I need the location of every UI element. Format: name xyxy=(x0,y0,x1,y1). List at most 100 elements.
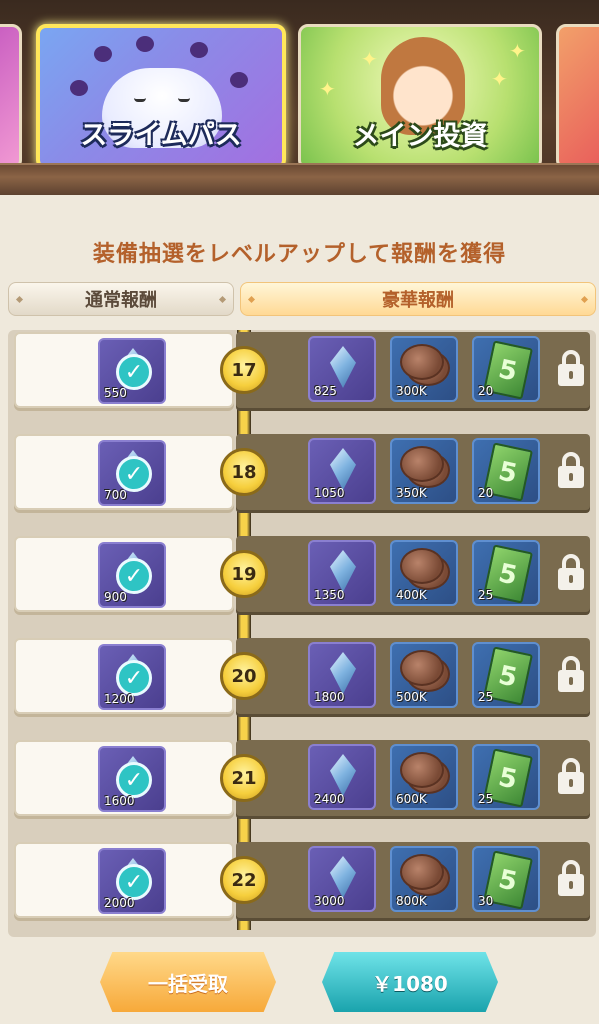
coin-icon xyxy=(400,548,444,584)
sparkle-icon: ✦ xyxy=(491,67,508,91)
claimed-check-icon: ✓ xyxy=(116,456,152,492)
premium-reward-item[interactable]: 1800 xyxy=(308,642,376,708)
item-quantity: 800K xyxy=(396,894,427,908)
crystal-icon xyxy=(330,856,356,898)
free-reward-item[interactable]: ✓ 1200 xyxy=(98,644,166,710)
coin-icon xyxy=(400,752,444,788)
page-subtitle: 装備抽選をレベルアップして報酬を獲得 xyxy=(92,242,507,267)
reward-row: ✓ 700 1050 350K 5 20 18 xyxy=(8,434,596,518)
premium-reward-item[interactable]: 5 30 xyxy=(472,846,540,912)
slime-blob-icon xyxy=(94,46,112,62)
premium-reward-item[interactable]: 500K xyxy=(390,642,458,708)
tab-normal-rewards[interactable]: 通常報酬 xyxy=(8,282,234,316)
premium-reward-item[interactable]: 5 20 xyxy=(472,336,540,402)
crystal-icon xyxy=(330,754,356,796)
level-badge: 18 xyxy=(220,448,268,496)
banner-card-slime-pass[interactable]: スライムパス xyxy=(36,24,286,170)
purchase-button[interactable]: ￥1080 xyxy=(322,952,498,1012)
free-reward-cell[interactable]: ✓ 1200 xyxy=(14,638,234,714)
lock-icon xyxy=(556,552,586,592)
coin-icon xyxy=(400,344,444,380)
premium-reward-item[interactable]: 5 25 xyxy=(472,744,540,810)
lock-icon xyxy=(556,858,586,898)
level-badge: 20 xyxy=(220,652,268,700)
crystal-icon xyxy=(330,448,356,490)
premium-reward-item[interactable]: 5 25 xyxy=(472,642,540,708)
premium-reward-cell[interactable]: 825 300K 5 20 xyxy=(236,332,590,408)
item-quantity: 1600 xyxy=(104,794,135,808)
coin-icon xyxy=(400,650,444,686)
premium-reward-cell[interactable]: 3000 800K 5 30 xyxy=(236,842,590,918)
item-quantity: 400K xyxy=(396,588,427,602)
premium-reward-item[interactable]: 5 25 xyxy=(472,540,540,606)
banner-label-slime-pass: スライムパス xyxy=(80,120,242,151)
premium-reward-item[interactable]: 400K xyxy=(390,540,458,606)
premium-reward-item[interactable]: 800K xyxy=(390,846,458,912)
lock-icon xyxy=(556,348,586,388)
item-quantity: 900 xyxy=(104,590,127,604)
free-reward-cell[interactable]: ✓ 700 xyxy=(14,434,234,510)
premium-reward-item[interactable]: 1350 xyxy=(308,540,376,606)
sparkle-icon: ✦ xyxy=(361,47,378,71)
free-reward-cell[interactable]: ✓ 1600 xyxy=(14,740,234,816)
tab-deluxe-label: 豪華報酬 xyxy=(382,290,454,311)
lock-icon xyxy=(556,756,586,796)
tab-deluxe-rewards[interactable]: 豪華報酬 xyxy=(240,282,596,316)
premium-reward-item[interactable]: 350K xyxy=(390,438,458,504)
banner-card-main-invest[interactable]: ✦ ✦ ✦ ✦ メイン投資 xyxy=(298,24,542,170)
premium-reward-item[interactable]: 825 xyxy=(308,336,376,402)
item-quantity: 25 xyxy=(478,792,494,806)
premium-reward-item[interactable]: 600K xyxy=(390,744,458,810)
premium-reward-cell[interactable]: 1800 500K 5 25 xyxy=(236,638,590,714)
item-quantity: 700 xyxy=(104,488,127,502)
claimed-check-icon: ✓ xyxy=(116,354,152,390)
free-reward-cell[interactable]: ✓ 900 xyxy=(14,536,234,612)
claimed-check-icon: ✓ xyxy=(116,762,152,798)
free-reward-item[interactable]: ✓ 2000 xyxy=(98,848,166,914)
item-quantity: 20 xyxy=(478,486,494,500)
slime-blob-icon xyxy=(230,72,248,88)
free-reward-item[interactable]: ✓ 550 xyxy=(98,338,166,404)
purchase-price-label: ￥1080 xyxy=(372,971,448,996)
premium-reward-cell[interactable]: 1050 350K 5 20 xyxy=(236,434,590,510)
reward-list[interactable]: ✓ 550 825 300K 5 20 17 ✓ 700 1050 350K 5 20 18 ✓ 900 135… xyxy=(8,330,596,937)
item-quantity: 600K xyxy=(396,792,427,806)
reward-row: ✓ 900 1350 400K 5 25 19 xyxy=(8,536,596,620)
premium-reward-item[interactable]: 2400 xyxy=(308,744,376,810)
level-badge: 21 xyxy=(220,754,268,802)
item-quantity: 2000 xyxy=(104,896,135,910)
tab-ornament-icon xyxy=(15,295,24,304)
free-reward-cell[interactable]: ✓ 2000 xyxy=(14,842,234,918)
premium-reward-cell[interactable]: 2400 600K 5 25 xyxy=(236,740,590,816)
claim-all-button[interactable]: 一括受取 xyxy=(100,952,276,1012)
banner-strip: スライムパス ✦ ✦ ✦ ✦ メイン投資 xyxy=(0,0,599,195)
crystal-icon xyxy=(330,346,356,388)
claimed-check-icon: ✓ xyxy=(116,660,152,696)
reward-row: ✓ 550 825 300K 5 20 17 xyxy=(8,332,596,416)
slime-blob-icon xyxy=(136,36,154,52)
claimed-check-icon: ✓ xyxy=(116,864,152,900)
reward-row: ✓ 2000 3000 800K 5 30 22 xyxy=(8,842,596,926)
item-quantity: 3000 xyxy=(314,894,345,908)
item-quantity: 1050 xyxy=(314,486,345,500)
claim-all-label: 一括受取 xyxy=(148,971,228,996)
premium-reward-item[interactable]: 5 20 xyxy=(472,438,540,504)
premium-reward-cell[interactable]: 1350 400K 5 25 xyxy=(236,536,590,612)
item-quantity: 1200 xyxy=(104,692,135,706)
banner-label-main-invest: メイン投資 xyxy=(352,121,488,152)
premium-reward-item[interactable]: 300K xyxy=(390,336,458,402)
free-reward-item[interactable]: ✓ 700 xyxy=(98,440,166,506)
premium-reward-item[interactable]: 3000 xyxy=(308,846,376,912)
item-quantity: 1350 xyxy=(314,588,345,602)
sparkle-icon: ✦ xyxy=(319,77,336,101)
banner-card-left[interactable] xyxy=(0,24,22,170)
tab-normal-label: 通常報酬 xyxy=(85,290,157,311)
free-reward-item[interactable]: ✓ 1600 xyxy=(98,746,166,812)
level-badge: 17 xyxy=(220,346,268,394)
premium-reward-item[interactable]: 1050 xyxy=(308,438,376,504)
free-reward-item[interactable]: ✓ 900 xyxy=(98,542,166,608)
lock-icon xyxy=(556,654,586,694)
free-reward-cell[interactable]: ✓ 550 xyxy=(14,332,234,408)
banner-card-right[interactable] xyxy=(556,24,599,170)
item-quantity: 300K xyxy=(396,384,427,398)
